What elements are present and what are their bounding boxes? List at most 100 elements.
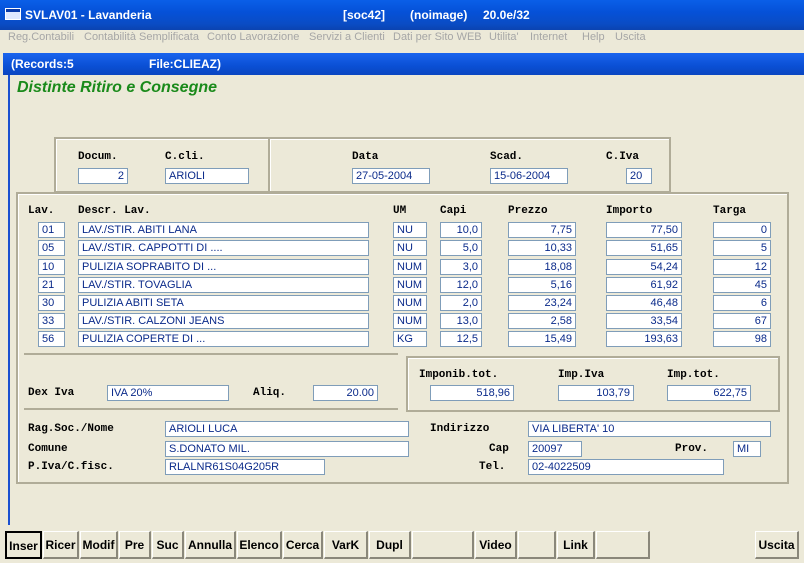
ricer-button[interactable]: Ricer bbox=[43, 531, 79, 559]
cell-descr[interactable]: LAV./STIR. TOVAGLIA bbox=[78, 277, 369, 293]
cell-um[interactable]: NUM bbox=[393, 277, 427, 293]
annulla-button[interactable]: Annulla bbox=[185, 531, 236, 559]
piva-label: P.Iva/C.fisc. bbox=[28, 461, 114, 473]
comune-field[interactable]: S.DONATO MIL. bbox=[165, 441, 409, 457]
col-descr: Descr. Lav. bbox=[78, 205, 151, 217]
cell-capi[interactable]: 12,5 bbox=[440, 331, 482, 347]
cell-prezzo[interactable]: 15,49 bbox=[508, 331, 576, 347]
cell-capi[interactable]: 3,0 bbox=[440, 259, 482, 275]
cell-importo[interactable]: 51,65 bbox=[606, 240, 682, 256]
docum-field[interactable]: 2 bbox=[78, 168, 128, 184]
menu-servizi-clienti[interactable]: Servizi a Clienti bbox=[309, 31, 385, 43]
file-label: File:CLIEAZ) bbox=[149, 57, 221, 71]
cell-descr[interactable]: PULIZIA COPERTE DI ... bbox=[78, 331, 369, 347]
ccli-field[interactable]: ARIOLI bbox=[165, 168, 249, 184]
cell-prezzo[interactable]: 2,58 bbox=[508, 313, 576, 329]
aliq-field[interactable]: 20.00 bbox=[313, 385, 378, 401]
cell-capi[interactable]: 2,0 bbox=[440, 295, 482, 311]
empty-button[interactable] bbox=[596, 531, 650, 559]
civa-field[interactable]: 20 bbox=[626, 168, 652, 184]
dex-iva-field[interactable]: IVA 20% bbox=[107, 385, 229, 401]
empty-button[interactable] bbox=[518, 531, 556, 559]
elenco-button[interactable]: Elenco bbox=[237, 531, 282, 559]
cell-targa[interactable]: 67 bbox=[713, 313, 771, 329]
cell-um[interactable]: KG bbox=[393, 331, 427, 347]
cell-lav[interactable]: 21 bbox=[38, 277, 65, 293]
imponib-field[interactable]: 518,96 bbox=[430, 385, 514, 401]
cell-capi[interactable]: 13,0 bbox=[440, 313, 482, 329]
cell-targa[interactable]: 98 bbox=[713, 331, 771, 347]
indirizzo-field[interactable]: VIA LIBERTA' 10 bbox=[528, 421, 771, 437]
link-button[interactable]: Link bbox=[557, 531, 595, 559]
app-icon bbox=[5, 8, 21, 20]
cell-importo[interactable]: 33,54 bbox=[606, 313, 682, 329]
cell-descr[interactable]: PULIZIA SOPRABITO DI ... bbox=[78, 259, 369, 275]
suc-button[interactable]: Suc bbox=[152, 531, 184, 559]
menu-dati-sito-web[interactable]: Dati per Sito WEB bbox=[393, 31, 482, 43]
cell-importo[interactable]: 46,48 bbox=[606, 295, 682, 311]
cell-lav[interactable]: 33 bbox=[38, 313, 65, 329]
menu-help[interactable]: Help bbox=[582, 31, 605, 43]
cell-lav[interactable]: 05 bbox=[38, 240, 65, 256]
cell-capi[interactable]: 10,0 bbox=[440, 222, 482, 238]
scad-label: Scad. bbox=[490, 151, 524, 163]
cell-um[interactable]: NU bbox=[393, 222, 427, 238]
menu-internet[interactable]: Internet bbox=[530, 31, 567, 43]
cell-importo[interactable]: 54,24 bbox=[606, 259, 682, 275]
menu-reg-contabili[interactable]: Reg.Contabili bbox=[8, 31, 74, 43]
header-box-dates bbox=[268, 137, 671, 193]
cell-lav[interactable]: 30 bbox=[38, 295, 65, 311]
cell-lav[interactable]: 10 bbox=[38, 259, 65, 275]
data-field[interactable]: 27-05-2004 bbox=[352, 168, 430, 184]
col-capi: Capi bbox=[440, 205, 467, 217]
cell-capi[interactable]: 12,0 bbox=[440, 277, 482, 293]
header-box-doc bbox=[54, 137, 270, 193]
pre-button[interactable]: Pre bbox=[119, 531, 151, 559]
cell-targa[interactable]: 12 bbox=[713, 259, 771, 275]
cell-targa[interactable]: 45 bbox=[713, 277, 771, 293]
vark-button[interactable]: VarK bbox=[324, 531, 368, 559]
cell-lav[interactable]: 01 bbox=[38, 222, 65, 238]
cell-targa[interactable]: 5 bbox=[713, 240, 771, 256]
imponib-label: Imponib.tot. bbox=[419, 369, 499, 381]
impiva-field[interactable]: 103,79 bbox=[558, 385, 634, 401]
cell-prezzo[interactable]: 7,75 bbox=[508, 222, 576, 238]
cell-prezzo[interactable]: 18,08 bbox=[508, 259, 576, 275]
cell-importo[interactable]: 61,92 bbox=[606, 277, 682, 293]
prov-field[interactable]: MI bbox=[733, 441, 761, 457]
cell-descr[interactable]: LAV./STIR. ABITI LANA bbox=[78, 222, 369, 238]
imptot-field[interactable]: 622,75 bbox=[667, 385, 751, 401]
menu-uscita[interactable]: Uscita bbox=[615, 31, 646, 43]
cell-um[interactable]: NUM bbox=[393, 313, 427, 329]
cell-importo[interactable]: 77,50 bbox=[606, 222, 682, 238]
cell-lav[interactable]: 56 bbox=[38, 331, 65, 347]
menu-conto-lavorazione[interactable]: Conto Lavorazione bbox=[207, 31, 299, 43]
cell-um[interactable]: NU bbox=[393, 240, 427, 256]
cap-field[interactable]: 20097 bbox=[528, 441, 582, 457]
uscita-button[interactable]: Uscita bbox=[755, 531, 799, 559]
video-button[interactable]: Video bbox=[475, 531, 517, 559]
piva-field[interactable]: RLALNR61S04G205R bbox=[165, 459, 325, 475]
empty-button[interactable] bbox=[412, 531, 474, 559]
cell-prezzo[interactable]: 10,33 bbox=[508, 240, 576, 256]
cell-descr[interactable]: LAV./STIR. CAPPOTTI DI .... bbox=[78, 240, 369, 256]
menu-contabilita[interactable]: Contabilità Semplificata bbox=[84, 31, 199, 43]
cell-prezzo[interactable]: 5,16 bbox=[508, 277, 576, 293]
cell-targa[interactable]: 0 bbox=[713, 222, 771, 238]
ragsoc-field[interactable]: ARIOLI LUCA bbox=[165, 421, 409, 437]
dupl-button[interactable]: Dupl bbox=[369, 531, 411, 559]
cell-descr[interactable]: LAV./STIR. CALZONI JEANS bbox=[78, 313, 369, 329]
cell-capi[interactable]: 5,0 bbox=[440, 240, 482, 256]
menu-utilita[interactable]: Utilita' bbox=[489, 31, 519, 43]
cell-descr[interactable]: PULIZIA ABITI SETA bbox=[78, 295, 369, 311]
cell-importo[interactable]: 193,63 bbox=[606, 331, 682, 347]
cell-targa[interactable]: 6 bbox=[713, 295, 771, 311]
cell-um[interactable]: NUM bbox=[393, 295, 427, 311]
cell-um[interactable]: NUM bbox=[393, 259, 427, 275]
inser-button[interactable]: Inser bbox=[5, 531, 42, 559]
scad-field[interactable]: 15-06-2004 bbox=[490, 168, 568, 184]
tel-field[interactable]: 02-4022509 bbox=[528, 459, 724, 475]
modif-button[interactable]: Modif bbox=[80, 531, 118, 559]
cerca-button[interactable]: Cerca bbox=[283, 531, 323, 559]
cell-prezzo[interactable]: 23,24 bbox=[508, 295, 576, 311]
